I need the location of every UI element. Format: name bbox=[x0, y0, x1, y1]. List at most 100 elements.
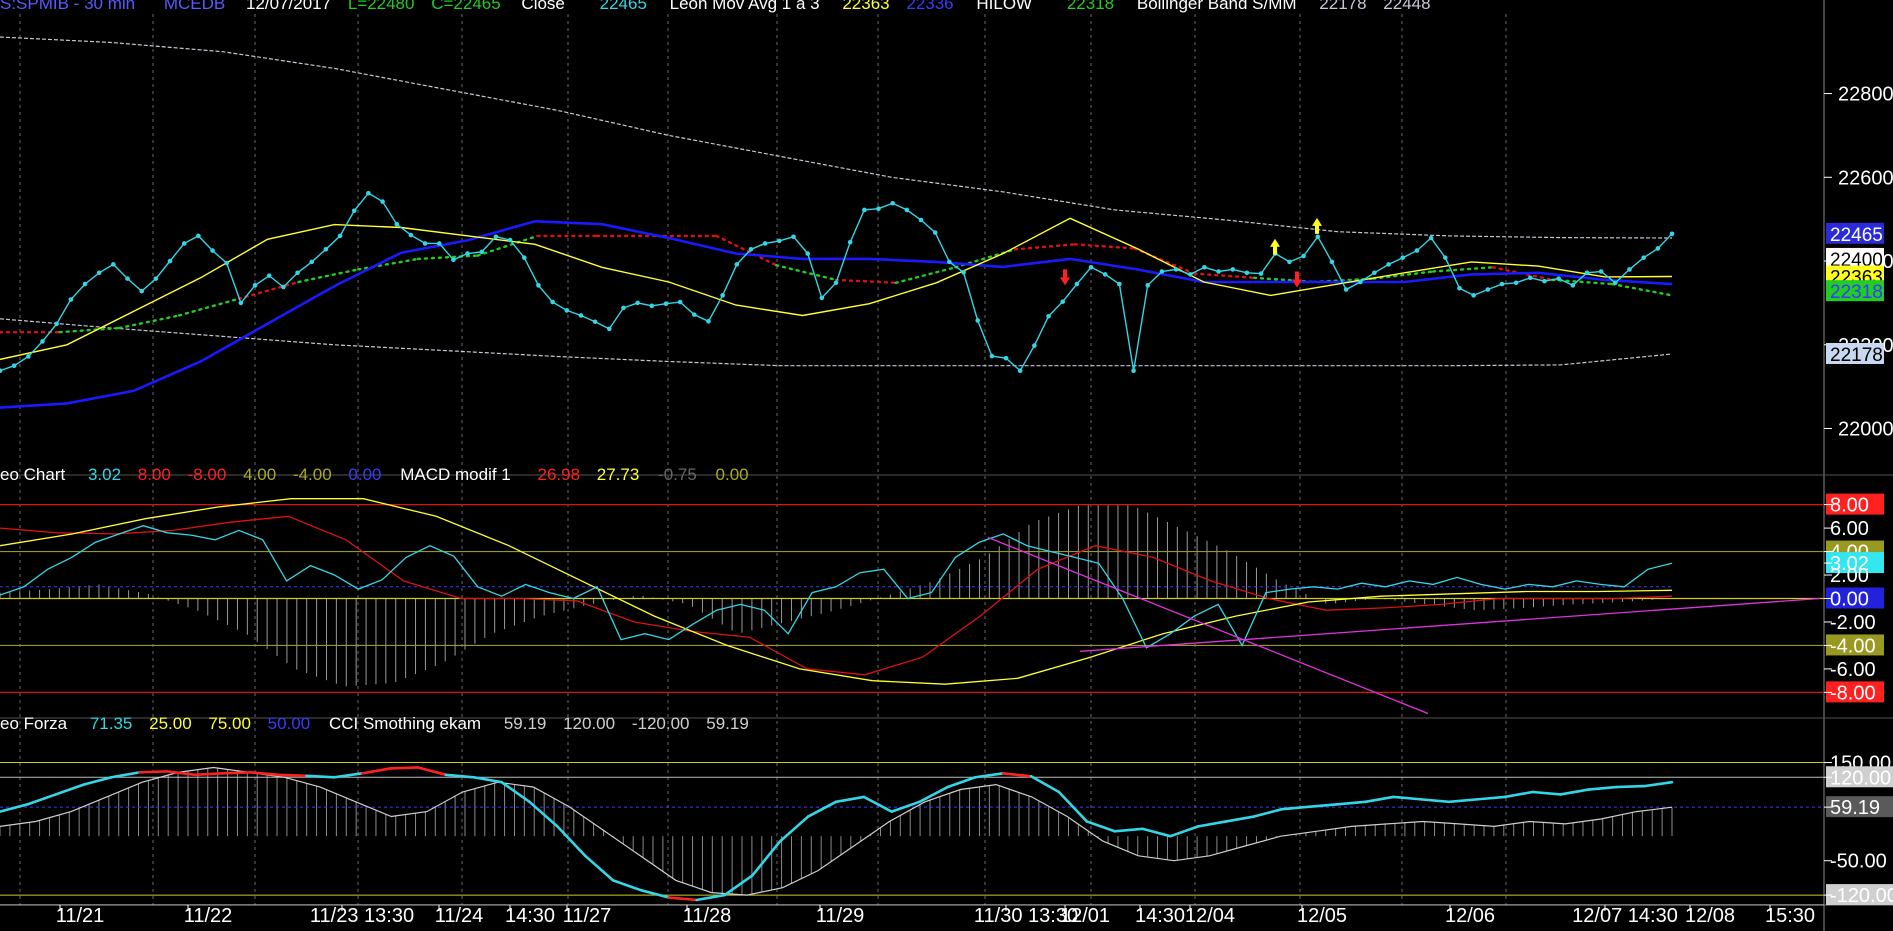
close-price-point bbox=[762, 241, 768, 246]
x-tick-label: 11/29 bbox=[816, 905, 865, 927]
macd-header-mid-lower: -4.00 bbox=[293, 465, 332, 484]
close-price-point bbox=[621, 305, 626, 311]
close-price-point bbox=[564, 308, 570, 313]
price-header-date: 12/07/2017 bbox=[246, 0, 331, 13]
cci-ytick-label: -50.00 bbox=[1830, 851, 1887, 873]
x-tick-label: 12/01 bbox=[1060, 905, 1110, 927]
cci-line-segment bbox=[138, 770, 169, 774]
close-price-point bbox=[606, 326, 612, 332]
cci-header-forza-val: 71.35 bbox=[90, 714, 133, 733]
cci-header-forza: eo Forza bbox=[0, 714, 68, 733]
macd-header-diff: -0.75 bbox=[658, 465, 697, 484]
close-price-point bbox=[819, 295, 825, 301]
close-price-point bbox=[422, 241, 428, 246]
macd-header-upper: 8.00 bbox=[138, 465, 171, 484]
price-header-movavg-1: 22363 bbox=[842, 0, 889, 13]
macd-ytick-label: -8.00 bbox=[1830, 682, 1876, 704]
close-price-point bbox=[876, 206, 881, 211]
cci-header-val-2: 59.19 bbox=[706, 714, 749, 733]
close-price-point bbox=[394, 221, 400, 227]
close-price-point bbox=[904, 207, 910, 213]
x-tick-label: 14:30 bbox=[1135, 905, 1185, 927]
price-header-close-value: 22465 bbox=[600, 0, 647, 13]
x-tick-label: 12/07 14:30 bbox=[1572, 905, 1678, 927]
cci-header-lower: -120.00 bbox=[632, 714, 690, 733]
cci-panel-header: eo Forza 71.35 25.00 75.00 50.00 CCI Smo… bbox=[0, 714, 749, 733]
cci-header-upper: 120.00 bbox=[563, 714, 615, 733]
macd-header-leo: eo Chart bbox=[0, 465, 65, 484]
close-price-point bbox=[847, 239, 853, 245]
cci-header-mid: 50.00 bbox=[268, 714, 311, 733]
close-price-point bbox=[1669, 231, 1675, 237]
close-price-point bbox=[720, 293, 725, 298]
close-price-point bbox=[281, 284, 286, 290]
close-price-point bbox=[1244, 270, 1250, 276]
cci-line-segment bbox=[305, 774, 336, 779]
close-price-point bbox=[989, 353, 995, 359]
cci-header-val: 59.19 bbox=[504, 714, 547, 733]
close-price-point bbox=[961, 270, 966, 275]
macd-ytick-label: 8.00 bbox=[1830, 495, 1869, 517]
macd-header-leo-val: 3.02 bbox=[88, 465, 121, 484]
close-price-point bbox=[139, 288, 144, 294]
price-header-source: MCEDB bbox=[164, 0, 225, 13]
close-price-point bbox=[932, 230, 938, 235]
close-price-point bbox=[1570, 283, 1576, 288]
macd-ytick-label: 0.00 bbox=[1830, 589, 1869, 611]
x-tick-label: 14:30 bbox=[505, 905, 555, 927]
cci-line-segment bbox=[388, 766, 420, 770]
close-price-point bbox=[550, 299, 555, 305]
cci-line-segment bbox=[193, 772, 225, 777]
macd-header-hist: 0.00 bbox=[716, 465, 749, 484]
close-price-point bbox=[196, 233, 201, 239]
close-price-point bbox=[451, 257, 456, 263]
price-header-movavg-2: 22336 bbox=[906, 0, 953, 13]
x-tick-label: 11/28 bbox=[683, 905, 732, 927]
cci-line-segment bbox=[221, 771, 253, 775]
macd-panel-header: eo Chart 3.02 8.00 -8.00 4.00 -4.00 0.00… bbox=[0, 465, 749, 484]
price-panel-header: S:SPMIB - 30 min MCEDB 12/07/2017 L=2248… bbox=[0, 0, 1431, 13]
macd-ytick-label: 6.00 bbox=[1830, 518, 1869, 540]
x-tick-label: 11/22 bbox=[184, 905, 233, 927]
chart-canvas: 2280022600224002220022000224652240022363… bbox=[0, 0, 1893, 931]
close-price-point bbox=[1471, 293, 1476, 298]
macd-header-mid-upper: 4.00 bbox=[243, 465, 276, 484]
close-price-point bbox=[1428, 235, 1434, 241]
close-price-point bbox=[1145, 283, 1151, 288]
close-price-point bbox=[295, 270, 300, 276]
close-price-point bbox=[692, 312, 697, 317]
price-value-tag: 22465 bbox=[1826, 222, 1884, 246]
close-price-point bbox=[1046, 313, 1051, 319]
price-header-hilow-label: HILOW bbox=[976, 0, 1032, 13]
close-price-point bbox=[1187, 272, 1193, 277]
close-price-point bbox=[11, 363, 17, 369]
macd-header-zero: 0.00 bbox=[348, 465, 381, 484]
close-price-point bbox=[1598, 269, 1604, 274]
close-price-point bbox=[1556, 276, 1561, 281]
close-price-point bbox=[465, 251, 470, 256]
price-ytick-label: 22600 bbox=[1838, 167, 1893, 189]
close-price-point bbox=[862, 207, 867, 213]
close-price-point bbox=[1287, 259, 1292, 265]
close-price-point bbox=[1613, 280, 1618, 286]
x-tick-label: 12/06 bbox=[1445, 905, 1495, 927]
cci-header-label: CCI Smothing ekam bbox=[329, 714, 481, 733]
close-price-point bbox=[947, 259, 952, 265]
macd-header-lower: -8.00 bbox=[188, 465, 227, 484]
x-tick-label: 11/27 bbox=[563, 905, 612, 927]
macd-header-label: MACD modif 1 bbox=[400, 465, 511, 484]
price-header-movavg-label: Leon Mov Avg 1 a 3 bbox=[670, 0, 820, 13]
close-price-point bbox=[479, 249, 485, 255]
macd-ytick-label: -6.00 bbox=[1830, 659, 1876, 681]
close-price-point bbox=[1202, 265, 1207, 270]
close-price-point bbox=[337, 233, 343, 239]
x-tick-label: 11/21 bbox=[56, 905, 105, 927]
price-header-close-label: Close bbox=[521, 0, 564, 13]
close-price-point bbox=[890, 200, 895, 206]
cci-ytick-label: 59.19 bbox=[1830, 797, 1880, 819]
close-price-point bbox=[210, 248, 215, 253]
close-price-point bbox=[1584, 270, 1590, 276]
close-price-point bbox=[351, 208, 357, 214]
close-price-point bbox=[252, 283, 258, 288]
close-price-point bbox=[1499, 281, 1505, 287]
